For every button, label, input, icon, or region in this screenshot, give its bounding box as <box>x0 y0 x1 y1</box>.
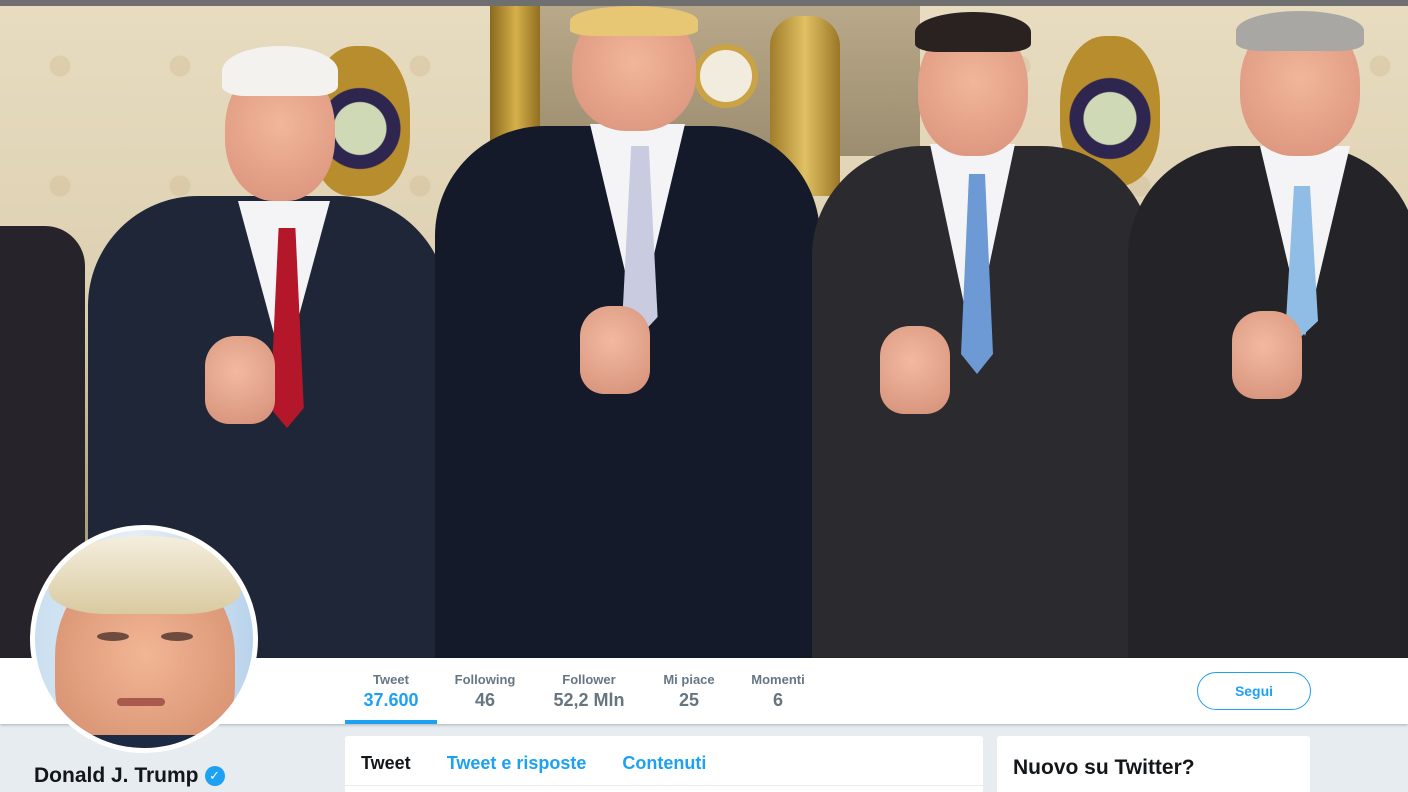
signup-card: Nuovo su Twitter? <box>997 736 1310 792</box>
stat-value: 25 <box>678 690 700 710</box>
stat-label: Momenti <box>751 672 805 687</box>
signup-title: Nuovo su Twitter? <box>1013 756 1195 779</box>
profile-name-row: Donald J. Trump ✓ <box>34 764 225 788</box>
stat-following[interactable]: Following 46 <box>446 658 524 724</box>
stat-label: Mi piace <box>663 672 715 687</box>
tab-tweets[interactable]: Tweet <box>345 736 427 786</box>
avatar[interactable] <box>30 525 258 753</box>
stat-moments[interactable]: Momenti 6 <box>744 658 812 724</box>
stat-followers[interactable]: Follower 52,2 Mln <box>543 658 635 724</box>
stat-value: 52,2 Mln <box>553 690 625 710</box>
stat-likes[interactable]: Mi piace 25 <box>655 658 723 724</box>
stat-value: 6 <box>772 690 783 710</box>
follow-button[interactable]: Segui <box>1197 672 1311 710</box>
tab-tweets-and-replies[interactable]: Tweet e risposte <box>427 736 603 786</box>
stat-value: 46 <box>474 690 496 710</box>
stat-label: Follower <box>562 672 616 687</box>
display-name[interactable]: Donald J. Trump <box>34 764 199 788</box>
timeline-tabs: Tweet Tweet e risposte Contenuti <box>345 736 983 786</box>
stat-label: Following <box>454 672 516 687</box>
verified-badge-icon: ✓ <box>204 766 225 786</box>
stat-label: Tweet <box>373 672 409 687</box>
tab-media[interactable]: Contenuti <box>602 736 722 786</box>
profile-page: Tweet 37.600 Following 46 Follower 52,2 … <box>0 0 1408 792</box>
stat-tweets[interactable]: Tweet 37.600 <box>345 658 437 724</box>
stat-value: 37.600 <box>363 690 419 710</box>
timeline-card: Tweet Tweet e risposte Contenuti <box>345 736 983 792</box>
